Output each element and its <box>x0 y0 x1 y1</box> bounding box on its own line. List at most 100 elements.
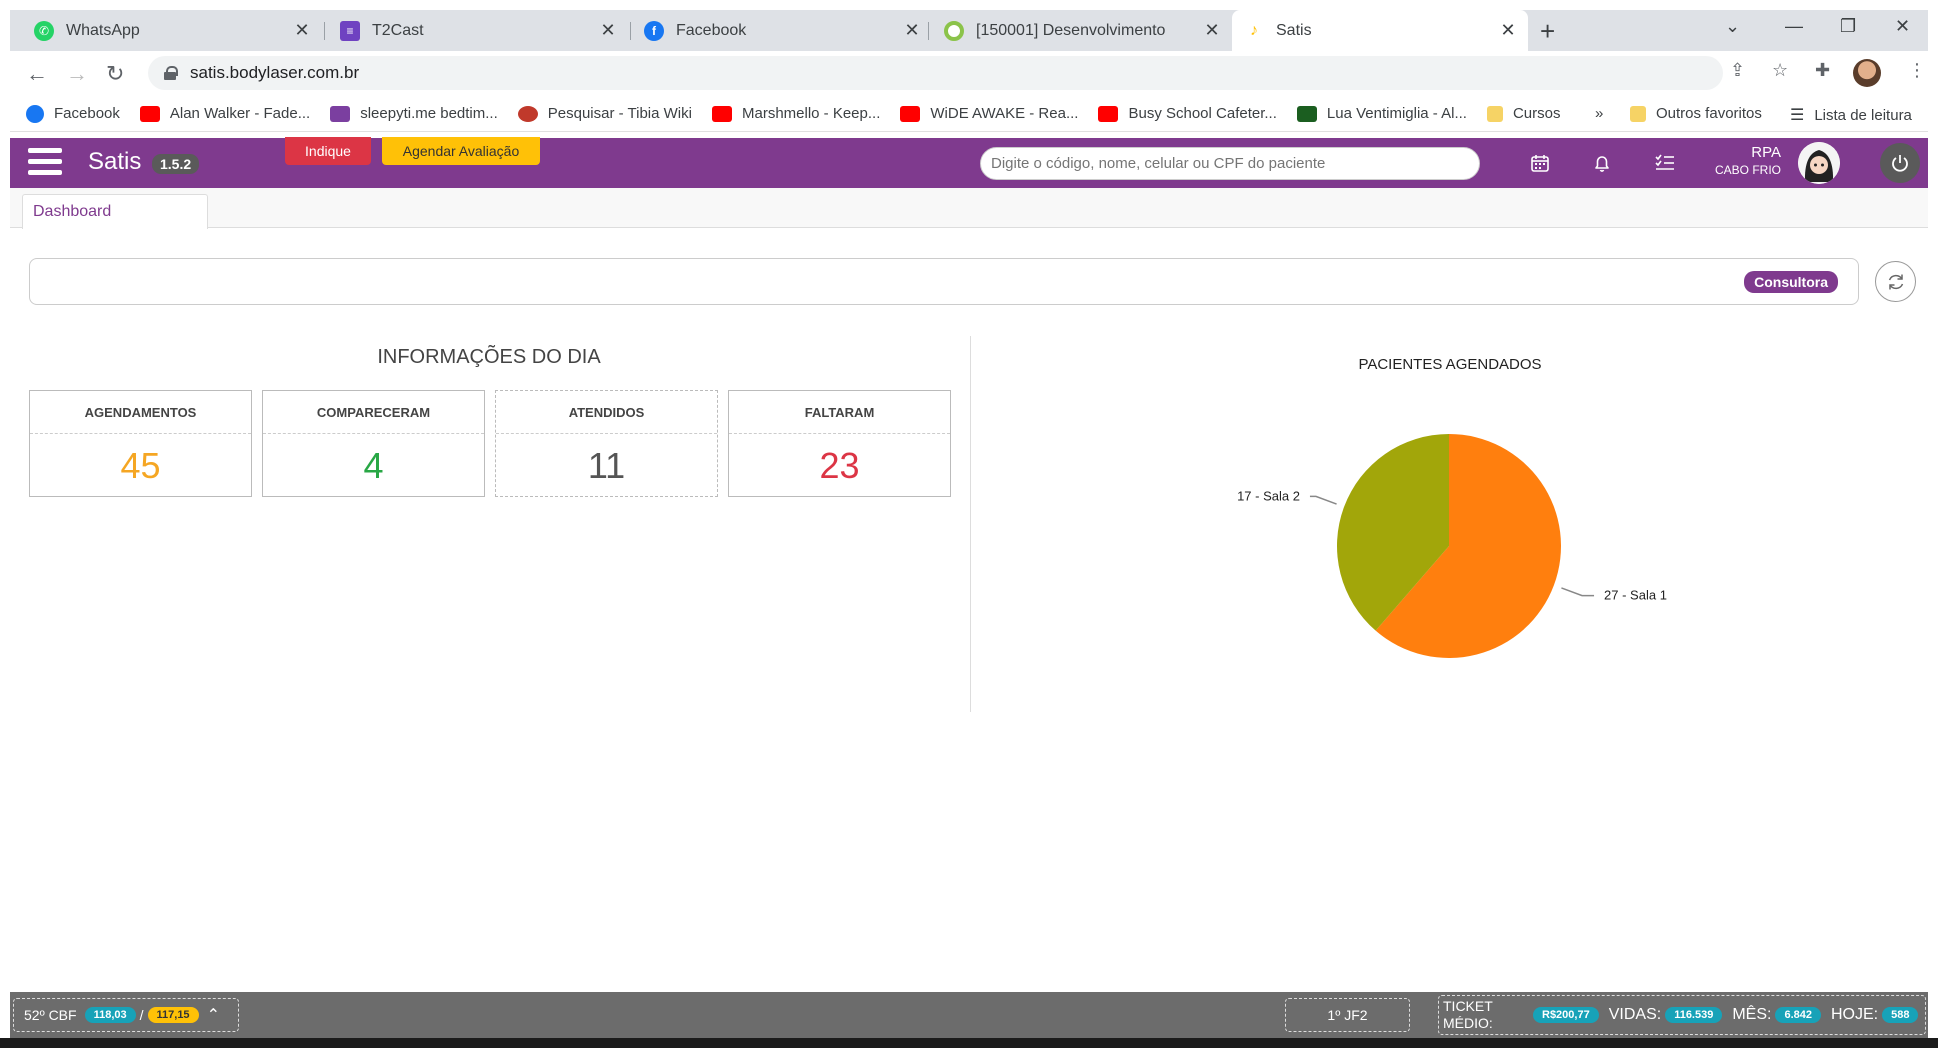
app-brand: Satis <box>88 148 142 175</box>
temp-b-badge: 117,15 <box>147 1007 199 1023</box>
temperature-widget[interactable]: 52º CBF 118,03 / 117,15 ⌃ <box>13 998 239 1032</box>
ticket-label: TICKET MÉDIO: <box>1443 998 1493 1031</box>
tab-separator <box>630 22 631 40</box>
pie-label: 27 - Sala 1 <box>1604 588 1667 603</box>
mes-label: MÊS: <box>1732 1006 1772 1023</box>
bookmark-item[interactable]: Alan Walker - Fade... <box>139 105 310 122</box>
app-header: Satis 1.5.2 Indique Agendar Avaliação RP… <box>10 137 1928 188</box>
other-favorites-folder[interactable]: Outros favoritos <box>1630 105 1762 122</box>
window-close-button[interactable]: ✕ <box>1895 16 1910 37</box>
chart-title: PACIENTES AGENDADOS <box>1358 356 1542 373</box>
bookmark-item[interactable]: Facebook <box>26 104 120 123</box>
refresh-button[interactable] <box>1875 261 1916 302</box>
user-unit: CABO FRIO <box>1715 163 1782 177</box>
bookmark-item[interactable]: Marshmello - Keep... <box>711 105 881 122</box>
t2cast-icon: ≡ <box>340 20 360 41</box>
jf-label: 1º JF2 <box>1327 1007 1368 1023</box>
consultora-badge[interactable]: Consultora <box>1744 271 1838 293</box>
bookmark-item[interactable]: Lua Ventimiglia - Al... <box>1296 105 1467 122</box>
version-badge: 1.5.2 <box>152 154 200 174</box>
sleepytime-icon <box>330 105 351 122</box>
section-divider <box>970 336 971 712</box>
stat-card-value: 11 <box>587 444 626 486</box>
stat-card-atendidos: ATENDIDOS 11 <box>495 390 718 497</box>
youtube-icon <box>711 105 732 122</box>
tibia-icon <box>517 105 538 122</box>
indique-button[interactable]: Indique <box>285 137 371 165</box>
browser-tab-t2cast[interactable]: ≡ T2Cast ✕ <box>328 10 628 51</box>
reload-icon[interactable]: ↻ <box>106 61 124 87</box>
bookmark-item[interactable]: sleepyti.me bedtim... <box>330 105 498 122</box>
bookmark-item[interactable]: Busy School Cafeter... <box>1098 105 1277 122</box>
bookmark-folder[interactable]: Cursos <box>1486 105 1560 122</box>
tab-dashboard[interactable]: Dashboard <box>22 194 208 229</box>
tab-search-icon[interactable]: ⌄ <box>1725 16 1740 37</box>
stat-card-label: ATENDIDOS <box>496 391 717 434</box>
close-icon[interactable]: ✕ <box>598 20 618 41</box>
forward-icon[interactable]: → <box>66 61 88 87</box>
close-icon[interactable]: ✕ <box>292 20 312 41</box>
agendar-avaliacao-button[interactable]: Agendar Avaliação <box>382 137 540 165</box>
doc-icon <box>1296 105 1317 122</box>
browser-tab-strip: ✆ WhatsApp ✕ ≡ T2Cast ✕ f Facebook ✕ [15… <box>10 10 1928 51</box>
back-icon[interactable]: ← <box>26 61 48 87</box>
vidas-label: VIDAS: <box>1608 1006 1662 1023</box>
stat-card-value: 45 <box>120 444 161 486</box>
user-avatar[interactable] <box>1798 142 1840 184</box>
tab-title: WhatsApp <box>66 21 140 39</box>
os-taskbar <box>0 1038 1938 1048</box>
browser-tab-facebook[interactable]: f Facebook ✕ <box>632 10 932 51</box>
url-text: satis.bodylaser.com.br <box>190 63 360 82</box>
tab-separator <box>324 22 325 40</box>
share-icon[interactable]: ⇪ <box>1730 60 1745 81</box>
tab-title: [150001] Desenvolvimento <box>976 21 1166 39</box>
bookmark-label: Marshmello - Keep... <box>741 105 881 122</box>
bookmark-label: sleepyti.me bedtim... <box>360 105 498 122</box>
browser-tab-whatsapp[interactable]: ✆ WhatsApp ✕ <box>22 10 322 51</box>
whatsapp-icon: ✆ <box>34 20 54 41</box>
bookmark-label: Busy School Cafeter... <box>1128 105 1277 122</box>
bell-icon[interactable] <box>1587 148 1617 178</box>
stat-card-value: 23 <box>819 444 860 486</box>
reading-list-label: Lista de leitura <box>1814 106 1912 124</box>
minimize-button[interactable]: — <box>1785 16 1803 37</box>
menu-toggle-icon[interactable] <box>28 148 62 178</box>
jf-widget[interactable]: 1º JF2 <box>1285 998 1410 1032</box>
address-bar[interactable]: satis.bodylaser.com.br <box>148 56 1723 90</box>
refresh-icon <box>1888 274 1903 289</box>
page: ✆ WhatsApp ✕ ≡ T2Cast ✕ f Facebook ✕ [15… <box>0 0 1938 1048</box>
pie-label-line <box>1561 587 1595 597</box>
menu-icon[interactable]: ⋮ <box>1908 60 1926 81</box>
star-icon[interactable]: ☆ <box>1772 60 1788 81</box>
calendar-icon[interactable] <box>1525 148 1555 178</box>
satis-icon: ♪ <box>1250 21 1258 39</box>
browser-tab-satis[interactable]: ♪ Satis ✕ <box>1232 10 1528 51</box>
patient-search-input[interactable] <box>980 147 1480 180</box>
ring-icon <box>944 20 964 41</box>
bookmark-label: Lua Ventimiglia - Al... <box>1326 105 1467 122</box>
bookmark-label: WiDE AWAKE - Rea... <box>930 105 1079 122</box>
maximize-button[interactable]: ❐ <box>1840 16 1856 37</box>
tab-title: Facebook <box>676 21 747 39</box>
user-info[interactable]: RPA CABO FRIO <box>1715 144 1781 177</box>
browser-tab-desenvolvimento[interactable]: [150001] Desenvolvimento ✕ <box>932 10 1232 51</box>
temp-separator: / <box>139 1007 144 1023</box>
new-tab-button[interactable]: + <box>1540 16 1555 47</box>
bookmark-label: Facebook <box>54 105 120 122</box>
task-list-icon[interactable] <box>1650 148 1680 178</box>
close-icon[interactable]: ✕ <box>1498 20 1518 41</box>
filter-bar[interactable]: Consultora <box>29 258 1859 305</box>
bookmark-item[interactable]: WiDE AWAKE - Rea... <box>900 105 1078 122</box>
ticket-value-badge: R$200,77 <box>1533 1007 1599 1023</box>
profile-avatar[interactable] <box>1853 59 1881 87</box>
chevron-up-icon[interactable]: ⌃ <box>207 1005 220 1025</box>
folder-icon <box>1630 105 1646 122</box>
power-button[interactable] <box>1880 143 1920 183</box>
close-icon[interactable]: ✕ <box>902 20 922 41</box>
reading-list-button[interactable]: ☰ Lista de leitura <box>1790 105 1912 125</box>
tab-separator <box>928 22 929 40</box>
bookmarks-overflow-button[interactable]: » <box>1595 105 1603 122</box>
bookmark-item[interactable]: Pesquisar - Tibia Wiki <box>517 105 692 122</box>
extensions-icon[interactable]: ✚ <box>1815 60 1830 81</box>
close-icon[interactable]: ✕ <box>1202 20 1222 41</box>
